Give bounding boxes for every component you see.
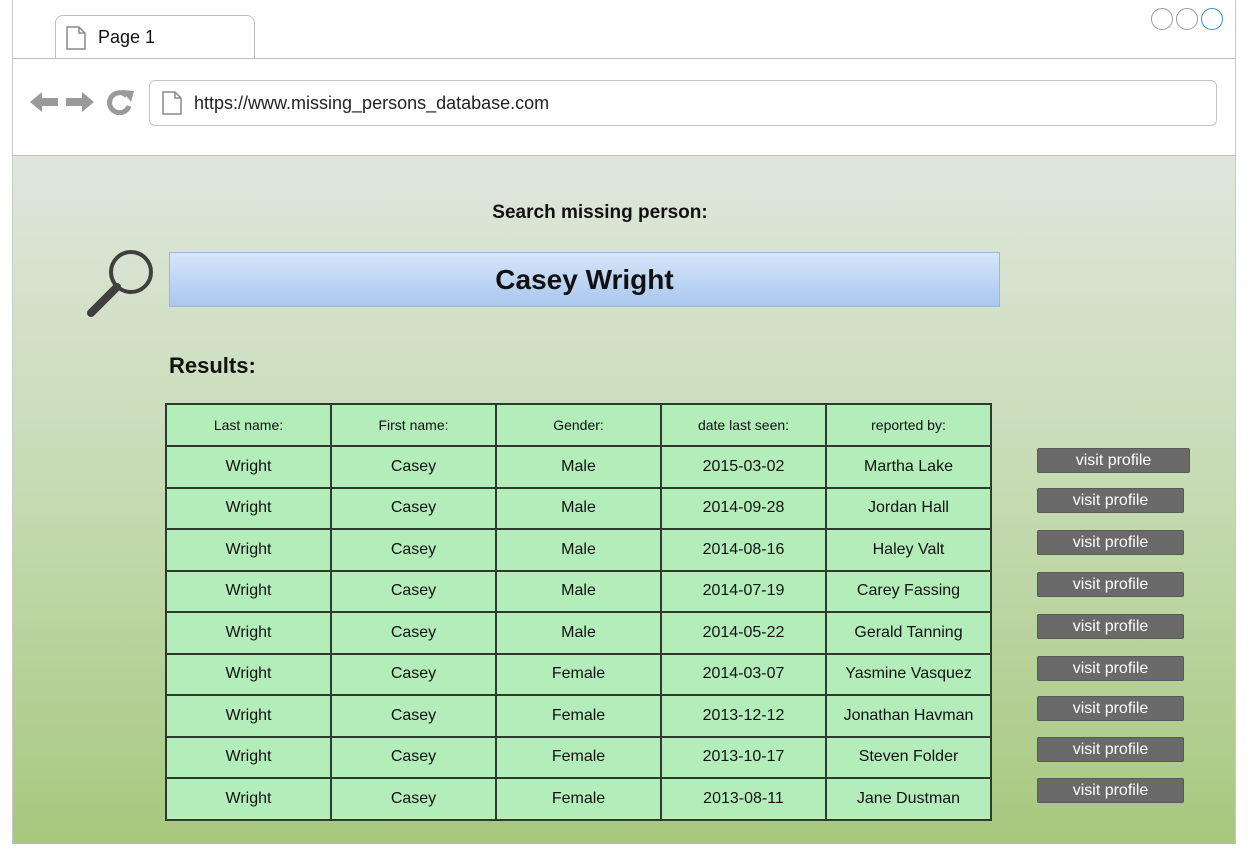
visit-profile-button[interactable]: visit profile	[1037, 614, 1184, 639]
cell-date-last-seen: 2014-07-19	[660, 569, 827, 613]
cell-reported-by: Jordan Hall	[825, 486, 992, 530]
cell-last-name: Wright	[165, 694, 332, 738]
cell-last-name: Wright	[165, 777, 332, 821]
tab-label: Page 1	[98, 27, 156, 47]
cell-date-last-seen: 2013-12-12	[660, 694, 827, 738]
window-control-circle-icon[interactable]	[1176, 8, 1198, 30]
cell-date-last-seen: 2013-08-11	[660, 777, 827, 821]
reload-icon[interactable]	[105, 88, 135, 121]
window-control-circle-icon[interactable]	[1151, 8, 1173, 30]
cell-last-name: Wright	[165, 735, 332, 779]
cell-date-last-seen: 2014-03-07	[660, 652, 827, 696]
table-row: Wright Casey Male 2014-05-22 Gerald Tann…	[165, 611, 992, 655]
cell-gender: Female	[495, 694, 662, 738]
cell-last-name: Wright	[165, 652, 332, 696]
cell-first-name: Casey	[330, 569, 497, 613]
page-icon	[162, 91, 182, 120]
table-row: Wright Casey Male 2015-03-02 Martha Lake	[165, 445, 992, 489]
column-header-reported-by: reported by:	[825, 403, 992, 447]
cell-first-name: Casey	[330, 777, 497, 821]
visit-profile-button[interactable]: visit profile	[1037, 572, 1184, 597]
address-bar[interactable]	[149, 80, 1217, 126]
table-header-row: Last name: First name: Gender: date last…	[165, 403, 992, 447]
search-icon[interactable]	[81, 242, 161, 327]
visit-profile-button[interactable]: visit profile	[1037, 656, 1184, 681]
column-header-gender: Gender:	[495, 403, 662, 447]
table-row: Wright Casey Female 2013-08-11 Jane Dust…	[165, 777, 992, 821]
cell-gender: Female	[495, 652, 662, 696]
cell-date-last-seen: 2015-03-02	[660, 445, 827, 489]
tab-strip: Page 1	[13, 0, 1235, 59]
cell-last-name: Wright	[165, 445, 332, 489]
back-arrow-icon[interactable]	[29, 91, 59, 118]
browser-window: Page 1 Search missing person:	[12, 0, 1236, 844]
cell-reported-by: Gerald Tanning	[825, 611, 992, 655]
visit-profile-button[interactable]: visit profile	[1037, 696, 1184, 721]
cell-first-name: Casey	[330, 486, 497, 530]
browser-tab[interactable]: Page 1	[55, 15, 255, 59]
cell-reported-by: Haley Valt	[825, 528, 992, 572]
navigation-bar	[13, 59, 1235, 156]
cell-first-name: Casey	[330, 735, 497, 779]
search-heading: Search missing person:	[492, 202, 708, 223]
cell-reported-by: Carey Fassing	[825, 569, 992, 613]
cell-first-name: Casey	[330, 694, 497, 738]
cell-date-last-seen: 2014-09-28	[660, 486, 827, 530]
cell-last-name: Wright	[165, 486, 332, 530]
cell-reported-by: Steven Folder	[825, 735, 992, 779]
visit-profile-button[interactable]: visit profile	[1037, 737, 1184, 762]
cell-date-last-seen: 2013-10-17	[660, 735, 827, 779]
cell-first-name: Casey	[330, 528, 497, 572]
visit-profile-button[interactable]: visit profile	[1037, 530, 1184, 555]
cell-last-name: Wright	[165, 611, 332, 655]
cell-date-last-seen: 2014-08-16	[660, 528, 827, 572]
cell-reported-by: Martha Lake	[825, 445, 992, 489]
cell-gender: Female	[495, 735, 662, 779]
cell-first-name: Casey	[330, 611, 497, 655]
search-input[interactable]	[170, 253, 999, 306]
cell-reported-by: Jonathan Havman	[825, 694, 992, 738]
cell-last-name: Wright	[165, 528, 332, 572]
table-row: Wright Casey Male 2014-07-19 Carey Fassi…	[165, 569, 992, 613]
cell-gender: Male	[495, 486, 662, 530]
search-box[interactable]	[169, 252, 1000, 307]
cell-gender: Male	[495, 445, 662, 489]
cell-first-name: Casey	[330, 652, 497, 696]
table-row: Wright Casey Female 2013-12-12 Jonathan …	[165, 694, 992, 738]
window-control-circle-icon[interactable]	[1201, 8, 1223, 30]
column-header-last-name: Last name:	[165, 403, 332, 447]
cell-last-name: Wright	[165, 569, 332, 613]
column-header-first-name: First name:	[330, 403, 497, 447]
page-icon	[66, 26, 86, 55]
cell-gender: Male	[495, 569, 662, 613]
results-heading: Results:	[169, 353, 256, 378]
results-table: Last name: First name: Gender: date last…	[165, 403, 992, 821]
table-row: Wright Casey Female 2013-10-17 Steven Fo…	[165, 735, 992, 779]
column-header-date-last-seen: date last seen:	[660, 403, 827, 447]
cell-reported-by: Yasmine Vasquez	[825, 652, 992, 696]
cell-reported-by: Jane Dustman	[825, 777, 992, 821]
table-row: Wright Casey Male 2014-08-16 Haley Valt	[165, 528, 992, 572]
cell-gender: Female	[495, 777, 662, 821]
table-row: Wright Casey Male 2014-09-28 Jordan Hall	[165, 486, 992, 530]
url-input[interactable]	[194, 90, 1174, 116]
visit-profile-button[interactable]: visit profile	[1037, 778, 1184, 803]
table-row: Wright Casey Female 2014-03-07 Yasmine V…	[165, 652, 992, 696]
page-content: Search missing person: Results: Last nam…	[13, 156, 1235, 844]
window-controls	[1151, 8, 1223, 30]
cell-gender: Male	[495, 528, 662, 572]
forward-arrow-icon[interactable]	[65, 91, 95, 118]
visit-profile-button[interactable]: visit profile	[1037, 448, 1190, 473]
cell-first-name: Casey	[330, 445, 497, 489]
cell-date-last-seen: 2014-05-22	[660, 611, 827, 655]
cell-gender: Male	[495, 611, 662, 655]
visit-profile-button[interactable]: visit profile	[1037, 488, 1184, 513]
